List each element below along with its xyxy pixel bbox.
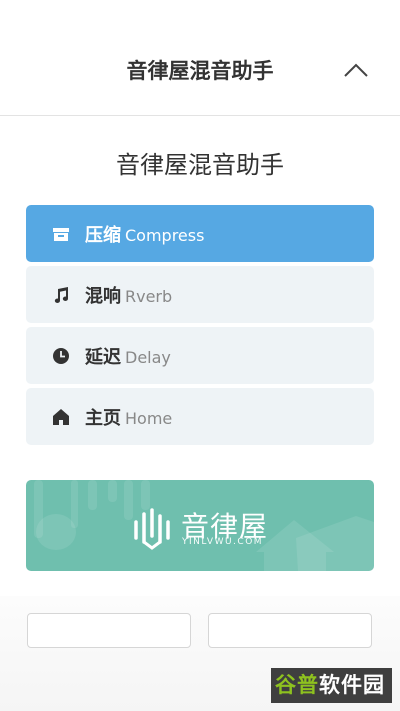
music-note-icon (54, 287, 69, 303)
brand-banner[interactable]: 音律屋 YINLVWU.COM (26, 480, 374, 571)
menu-item-label-en: Delay (125, 348, 171, 367)
header-title: 音律屋混音助手 (126, 59, 274, 83)
menu-item-label: 延迟 Delay (85, 343, 171, 369)
menu-item-label-zh: 延迟 (85, 347, 121, 368)
chevron-up-icon[interactable] (343, 62, 369, 78)
menu-item-label: 混响 Rverb (85, 282, 172, 308)
menu-item-reverb[interactable]: 混响 Rverb (26, 266, 374, 323)
menu-item-label-zh: 压缩 (85, 225, 121, 246)
clock-icon (53, 348, 69, 364)
archive-box-icon (53, 228, 69, 241)
menu-item-label-en: Compress (125, 226, 205, 245)
top-bar: 音律屋混音助手 (0, 0, 400, 116)
menu-item-label-en: Rverb (125, 287, 173, 306)
menu-item-delay[interactable]: 延迟 Delay (26, 327, 374, 384)
menu-item-compress[interactable]: 压缩 Compress (26, 205, 374, 262)
banner-domain: YINLVWU.COM (182, 537, 264, 547)
menu-item-label-en: Home (125, 409, 173, 428)
watermark-part1: 谷普 (275, 673, 319, 697)
menu-item-label: 主页 Home (85, 404, 172, 430)
left-input-box[interactable] (27, 613, 191, 648)
menu-item-label-zh: 混响 (85, 286, 121, 307)
soundwave-logo-icon (134, 508, 170, 550)
home-icon (53, 409, 69, 425)
menu-item-home[interactable]: 主页 Home (26, 388, 374, 445)
page-title: 音律屋混音助手 (116, 151, 284, 179)
site-watermark: 谷普软件园 (271, 668, 392, 703)
watermark-part2: 软件园 (319, 673, 385, 697)
right-input-box[interactable] (208, 613, 372, 648)
menu-item-label: 压缩 Compress (85, 221, 204, 247)
menu-item-label-zh: 主页 (85, 408, 121, 429)
